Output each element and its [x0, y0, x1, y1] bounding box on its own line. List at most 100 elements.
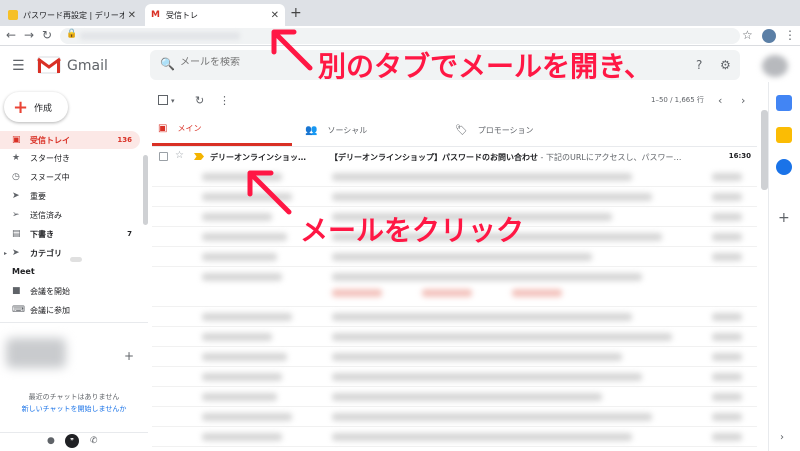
back-icon[interactable]: ←: [6, 28, 16, 42]
meet-start-meeting[interactable]: ■ 会議を開始: [0, 282, 140, 300]
compose-plus-icon: +: [13, 97, 29, 118]
annotation-open-tab: 別のタブでメールを開き、: [318, 50, 653, 83]
search-icon[interactable]: 🔍: [160, 57, 175, 71]
arrow-to-email-icon: [247, 170, 292, 215]
meet-heading: Meet: [12, 267, 35, 276]
inbox-icon: ▣: [12, 135, 21, 145]
star-icon: ★: [12, 153, 21, 163]
important-icon: ➤: [12, 191, 20, 201]
pagination-text: 1–50 / 1,665 行: [651, 96, 704, 104]
url-field[interactable]: 🔒: [60, 28, 740, 44]
sidebar-item-starred[interactable]: ★ スター付き: [0, 149, 140, 167]
settings-gear-icon[interactable]: ⚙: [720, 58, 731, 72]
meet-join-label: 会議に参加: [30, 305, 70, 315]
tab-social-label: ソーシャル: [327, 125, 368, 135]
bookmark-star-icon[interactable]: ☆: [742, 28, 753, 42]
tasks-icon[interactable]: [776, 159, 792, 175]
tab-title: 受信トレ: [166, 10, 198, 20]
main-menu-icon[interactable]: ☰: [12, 58, 25, 74]
tab-promotions-label: プロモーション: [477, 125, 534, 135]
sidebar-item-snoozed[interactable]: ◷ スヌーズ中: [0, 168, 140, 186]
tab-title: パスワード再設定 | デリーオンラ: [23, 10, 124, 20]
tab-promotions[interactable]: 🏷 プロモーション: [455, 114, 595, 146]
chat-empty-text: 最近のチャットはありません: [28, 393, 120, 401]
email-sender: デリーオンラインショッ…: [210, 153, 306, 162]
people-icon: 👥: [305, 124, 318, 136]
draft-icon: ▤: [12, 229, 21, 239]
tab-primary-label: メイン: [177, 124, 202, 133]
tag-icon: 🏷: [455, 124, 468, 136]
sidebar-item-label: スター付き: [30, 153, 70, 163]
help-icon[interactable]: ?: [696, 58, 702, 72]
forward-icon[interactable]: →: [24, 28, 34, 42]
sidebar-item-label: カテゴリ: [30, 248, 62, 258]
gmail-logo-icon: [37, 56, 61, 74]
keep-icon[interactable]: [776, 127, 792, 143]
browser-menu-icon[interactable]: ⋮: [784, 28, 796, 42]
sidebar-item-label: 下書き: [30, 229, 54, 239]
sidebar-separator: [0, 322, 148, 323]
tab-primary[interactable]: ▣ メイン: [152, 114, 292, 146]
video-camera-icon: ■: [12, 286, 21, 296]
sidebar-bottom-separator: [0, 432, 148, 433]
calendar-icon[interactable]: [776, 95, 792, 111]
previous-page-icon[interactable]: ‹: [718, 94, 722, 107]
person-icon[interactable]: ●: [47, 436, 55, 446]
sidebar-item-sent[interactable]: ➢ 送信済み: [0, 206, 140, 224]
select-all-checkbox[interactable]: [158, 95, 168, 105]
gmail-favicon-icon: M: [151, 10, 160, 20]
meet-join-meeting[interactable]: ⌨ 会議に参加: [0, 301, 140, 319]
sidebar-item-label: スヌーズ中: [30, 172, 70, 182]
reload-icon[interactable]: ↻: [42, 28, 52, 42]
more-options-icon[interactable]: ⋮: [219, 94, 230, 107]
account-avatar[interactable]: [762, 55, 788, 77]
new-chat-plus-icon[interactable]: +: [124, 349, 134, 363]
email-subject-line: 【デリーオンラインショップ】パスワードのお問い合わせ - 下記のURLにアクセス…: [330, 152, 700, 163]
star-icon[interactable]: ☆: [175, 150, 184, 161]
sidebar-item-inbox[interactable]: ▣ 受信トレイ 136: [0, 131, 140, 149]
arrow-to-tab-icon: [271, 29, 313, 71]
compose-button[interactable]: + 作成: [4, 92, 68, 122]
profile-avatar-icon[interactable]: [762, 29, 776, 43]
address-bar: ← → ↻ 🔒 ☆ ⋮: [0, 26, 800, 46]
add-addon-plus-icon[interactable]: +: [778, 210, 790, 226]
hangouts-chat-icon[interactable]: ❞: [65, 434, 79, 448]
next-page-icon[interactable]: ›: [741, 94, 745, 107]
sidebar-item-label: 重要: [30, 191, 46, 201]
important-marker-icon[interactable]: [194, 153, 204, 160]
hangouts-user-blurred: [6, 338, 66, 368]
gmail-brand: Gmail: [67, 58, 108, 74]
list-scrollbar[interactable]: [761, 110, 768, 190]
sidebar-item-label: 送信済み: [30, 210, 62, 220]
close-tab-icon[interactable]: ✕: [128, 10, 136, 21]
browser-tab-strip: パスワード再設定 | デリーオンラ ✕ M 受信トレ ✕ +: [0, 0, 800, 26]
phone-icon[interactable]: ✆: [90, 436, 98, 446]
tab-social[interactable]: 👥 ソーシャル: [305, 114, 445, 146]
email-snippet: - 下記のURLにアクセスし、パスワー…: [538, 153, 682, 162]
email-row[interactable]: ☆ デリーオンラインショッ… 【デリーオンラインショップ】パスワードのお問い合わ…: [152, 147, 757, 167]
keyboard-icon: ⌨: [12, 305, 25, 315]
sidebar-item-label: 受信トレイ: [30, 135, 70, 145]
send-icon: ➢: [12, 210, 20, 220]
email-subject: 【デリーオンラインショップ】パスワードのお問い合わせ: [330, 153, 538, 162]
label-icon: ➤: [12, 248, 20, 258]
browser-tab-password-reset[interactable]: パスワード再設定 | デリーオンラ ✕: [2, 4, 142, 26]
email-checkbox[interactable]: [159, 152, 168, 161]
side-panel-toggle-icon[interactable]: ›: [780, 432, 784, 443]
close-tab-icon[interactable]: ✕: [271, 10, 279, 21]
sidebar-item-drafts[interactable]: ▤ 下書き 7: [0, 225, 140, 243]
site-favicon-icon: [8, 10, 18, 20]
refresh-icon[interactable]: ↻: [195, 94, 204, 107]
expand-arrow-icon[interactable]: ▸: [4, 250, 7, 257]
email-time: 16:30: [728, 152, 751, 160]
start-new-chat-link[interactable]: 新しいチャットを開始しませんか: [0, 404, 148, 414]
sidebar-item-important[interactable]: ➤ 重要: [0, 187, 140, 205]
select-dropdown-icon[interactable]: ▾: [171, 97, 175, 105]
inbox-icon: ▣: [158, 123, 168, 134]
new-tab-button[interactable]: +: [290, 5, 302, 21]
url-text-blurred: [80, 32, 240, 40]
sidebar-scrollbar[interactable]: [143, 155, 148, 225]
sidebar-divider: [70, 257, 82, 262]
drafts-count: 7: [127, 230, 132, 238]
browser-tab-gmail[interactable]: M 受信トレ ✕: [145, 4, 285, 26]
